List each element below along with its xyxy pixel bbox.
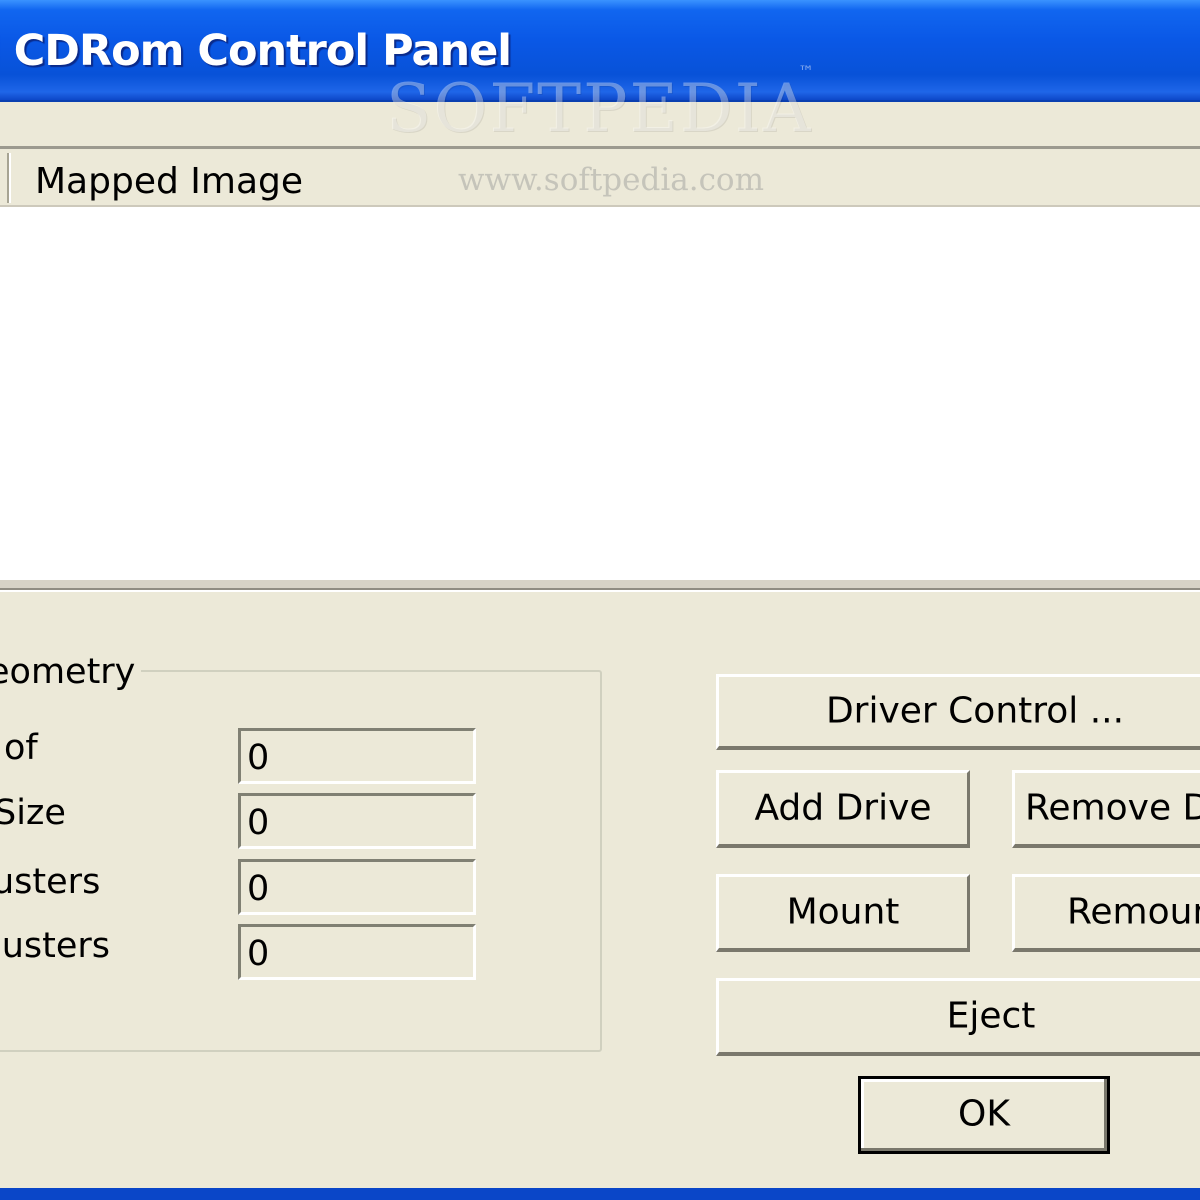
geometry-field-3[interactable] [238, 859, 476, 915]
watermark-url: www.softpedia.com [458, 162, 764, 198]
window-bottom-border [0, 1188, 1200, 1200]
geometry-label-2: Size [0, 793, 66, 833]
ok-button[interactable]: OK [858, 1076, 1110, 1154]
geometry-field-1[interactable] [238, 728, 476, 784]
geometry-label-3: usters [0, 862, 101, 902]
driver-control-button[interactable]: Driver Control ... [716, 674, 1200, 750]
add-drive-button[interactable]: Add Drive [716, 770, 970, 848]
eject-button[interactable]: Eject [716, 978, 1200, 1056]
remount-button-label: Remoun [1067, 891, 1200, 933]
watermark-trademark: ™ [798, 62, 814, 81]
geometry-label-1: of [4, 728, 38, 768]
list-body[interactable] [0, 207, 1200, 577]
column-header-mapped-image[interactable]: Mapped Image [35, 161, 303, 202]
remove-drive-button-label: Remove Dr [1025, 787, 1200, 829]
watermark-brand: SOFTPEDIA [386, 70, 813, 147]
mapped-image-list[interactable]: Mapped Image [0, 146, 1200, 592]
ok-button-label: OK [958, 1093, 1010, 1135]
driver-control-button-label: Driver Control ... [825, 690, 1125, 732]
geometry-field-2[interactable] [238, 793, 476, 849]
column-divider[interactable] [7, 153, 9, 203]
window-title: l CDRom Control Panel [0, 26, 512, 76]
geometry-field-4[interactable] [238, 924, 476, 980]
mount-button[interactable]: Mount [716, 874, 970, 952]
cdrom-control-panel-window: l CDRom Control Panel SOFTPEDIA ™ Mapped… [0, 0, 1200, 1200]
add-drive-button-label: Add Drive [754, 787, 932, 829]
remove-drive-button[interactable]: Remove Dr [1012, 770, 1200, 848]
mount-button-label: Mount [786, 891, 900, 933]
remount-button[interactable]: Remoun [1012, 874, 1200, 952]
eject-button-label: Eject [946, 995, 1036, 1037]
list-bottom-separator [0, 580, 1200, 590]
geometry-group-legend: eometry [0, 652, 142, 692]
geometry-label-4: lusters [0, 926, 111, 966]
